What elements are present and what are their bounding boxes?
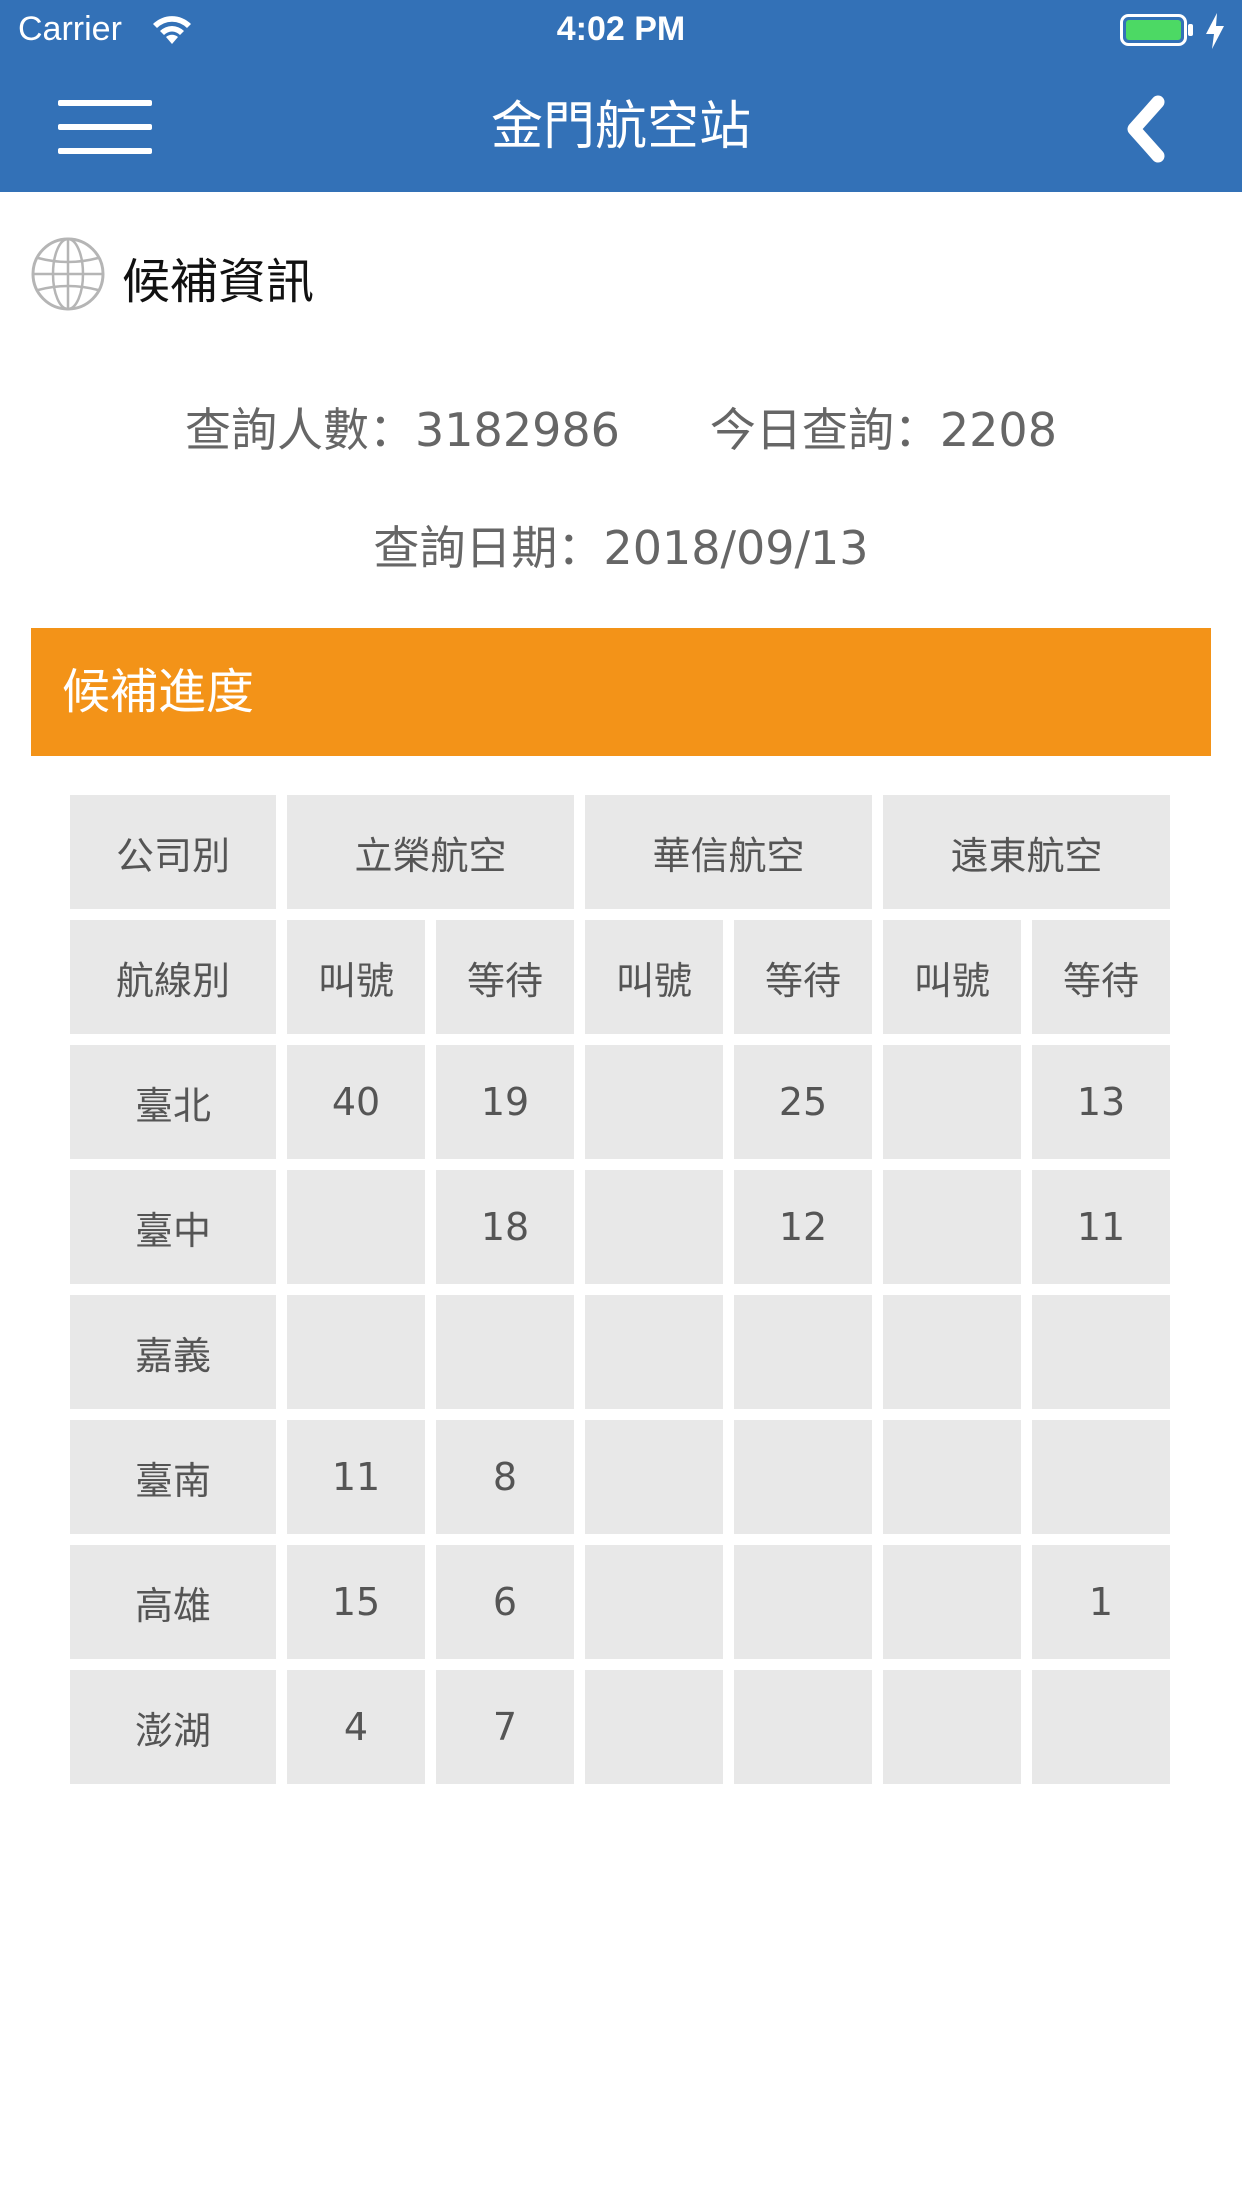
table-value-cell: 7	[436, 1670, 574, 1784]
table-value-cell: 18	[436, 1170, 574, 1284]
route-header-cell: 航線別	[70, 920, 276, 1034]
table-value-cell	[436, 1295, 574, 1409]
progress-header-label: 候補進度	[62, 664, 255, 720]
table-value-cell	[585, 1295, 723, 1409]
table-value-cell	[1032, 1420, 1170, 1534]
sub-header-cell: 叫號	[883, 920, 1021, 1034]
table-value-cell: 19	[436, 1045, 574, 1159]
top-bar: Carrier 4:02 PM 金門航空站	[0, 0, 1242, 192]
route-name-cell: 臺北	[70, 1045, 276, 1159]
table-value-cell	[734, 1295, 872, 1409]
table-value-cell	[734, 1670, 872, 1784]
sub-header-cell: 叫號	[585, 920, 723, 1034]
airline-header-cell: 立榮航空	[287, 795, 574, 909]
table-value-cell	[1032, 1295, 1170, 1409]
table-value-cell	[734, 1420, 872, 1534]
table-value-cell: 8	[436, 1420, 574, 1534]
table-value-cell	[1032, 1670, 1170, 1784]
globe-icon	[31, 237, 105, 311]
table-value-cell	[585, 1170, 723, 1284]
sub-header-cell: 等待	[1032, 920, 1170, 1034]
table-value-cell: 11	[287, 1420, 425, 1534]
table-value-cell	[883, 1170, 1021, 1284]
chevron-left-icon[interactable]	[1114, 94, 1174, 164]
route-name-cell: 臺南	[70, 1420, 276, 1534]
today-query-label: 今日查詢：	[709, 403, 940, 457]
airline-header-cell: 華信航空	[585, 795, 872, 909]
table-value-cell	[883, 1045, 1021, 1159]
section-title: 候補資訊	[122, 254, 315, 310]
table-value-cell: 40	[287, 1045, 425, 1159]
status-bar: Carrier 4:02 PM	[0, 0, 1242, 62]
table-value-cell	[883, 1670, 1021, 1784]
table-value-cell: 15	[287, 1545, 425, 1659]
table-value-cell	[883, 1295, 1021, 1409]
table-value-cell	[883, 1545, 1021, 1659]
query-stats: 查詢人數：3182986 今日查詢：2208	[0, 394, 1242, 460]
nav-bar: 金門航空站	[0, 62, 1242, 192]
status-time: 4:02 PM	[556, 10, 686, 48]
total-query-label: 查詢人數：	[185, 403, 416, 457]
table-value-cell: 13	[1032, 1045, 1170, 1159]
page-title: 金門航空站	[490, 97, 751, 157]
table-value-cell: 1	[1032, 1545, 1170, 1659]
today-query-value: 2208	[939, 403, 1057, 457]
sub-header-cell: 叫號	[287, 920, 425, 1034]
table-value-cell: 25	[734, 1045, 872, 1159]
route-name-cell: 臺中	[70, 1170, 276, 1284]
table-value-cell	[287, 1170, 425, 1284]
table-value-cell	[585, 1420, 723, 1534]
query-date-label: 查詢日期：	[373, 521, 604, 575]
progress-header-bar: 候補進度	[31, 628, 1211, 756]
route-name-cell: 澎湖	[70, 1670, 276, 1784]
route-name-cell: 嘉義	[70, 1295, 276, 1409]
total-query-value: 3182986	[415, 403, 620, 457]
sub-header-cell: 等待	[436, 920, 574, 1034]
table-value-cell	[585, 1670, 723, 1784]
battery-icon	[1120, 14, 1193, 46]
query-date-value: 2018/09/13	[603, 521, 869, 575]
table-value-cell	[734, 1545, 872, 1659]
sub-header-cell: 等待	[734, 920, 872, 1034]
route-name-cell: 高雄	[70, 1545, 276, 1659]
query-date: 查詢日期：2018/09/13	[0, 512, 1242, 578]
table-value-cell: 6	[436, 1545, 574, 1659]
company-header-cell: 公司別	[70, 795, 276, 909]
table-value-cell: 11	[1032, 1170, 1170, 1284]
table-value-cell	[585, 1045, 723, 1159]
airline-header-cell: 遠東航空	[883, 795, 1170, 909]
table-value-cell: 4	[287, 1670, 425, 1784]
table-value-cell	[287, 1295, 425, 1409]
table-value-cell: 12	[734, 1170, 872, 1284]
table-value-cell	[883, 1420, 1021, 1534]
table-value-cell	[585, 1545, 723, 1659]
charging-bolt-icon	[1206, 13, 1224, 49]
